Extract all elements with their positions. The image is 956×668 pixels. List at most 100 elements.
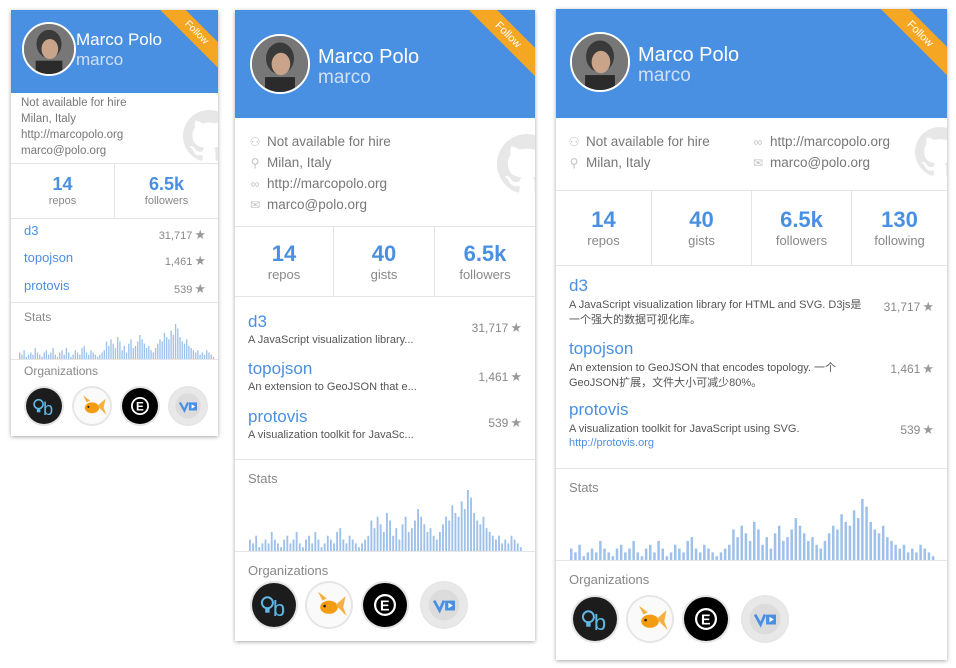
activity-bar [34,348,36,359]
avatar[interactable] [250,34,310,94]
divider [556,468,947,469]
bulb-b-logo-icon[interactable]: b [573,597,617,641]
activity-bar [811,537,814,560]
email-link[interactable]: ✉ marco@polo.org [752,155,870,170]
activity-bar [137,341,139,359]
follow-ribbon[interactable]: Follow [462,10,535,81]
repo-name[interactable]: d3 [569,276,867,296]
profile-username[interactable]: marco [638,65,691,87]
activity-svg [19,324,215,359]
stat-value: 14 [271,241,297,266]
repo-name[interactable]: topojson [248,359,428,379]
website-text[interactable]: http://marcopolo.org [770,134,890,149]
profile-name: Marco Polo [638,44,740,66]
e-logo-icon[interactable]: E [363,583,407,627]
card-header: Marco Polo marco Follow [235,10,535,118]
activity-bar [836,529,839,560]
activity-bar [81,348,83,359]
activity-bar [491,535,494,551]
stat-followers[interactable]: 6.5k followers [435,226,535,296]
stat-repos[interactable]: 14 repos [11,163,115,218]
activity-bar [823,540,827,560]
repo-name[interactable]: protovis [248,407,428,427]
repo-item[interactable]: d3 A JavaScript visualization library fo… [569,276,867,328]
activity-bar [379,524,382,551]
card-header: Marco Polo marco Follow [11,10,218,93]
activity-bar [773,533,777,560]
stat-gists[interactable]: 40 gists [652,190,752,265]
profile-username[interactable]: marco [76,50,123,70]
activity-bar [765,537,768,560]
avatar[interactable] [22,22,76,76]
stat-followers[interactable]: 6.5k followers [115,163,218,218]
location-text: Milan, Italy [586,155,651,170]
activity-bar [283,539,286,551]
activity-bar [707,548,710,560]
repo-stars: 1,461 ★ [890,361,934,377]
activity-bar [877,533,881,560]
bulb-b-logo-icon[interactable]: b [252,583,296,627]
repo-name[interactable]: d3 [248,312,428,332]
activity-bar [599,540,602,560]
activity-bar [105,341,108,359]
organizations-title: Organizations [248,563,329,578]
svg-text:E: E [701,613,711,629]
activity-bar [798,525,802,560]
activity-bar [398,539,401,551]
goldfish-logo-icon[interactable] [74,388,110,424]
activity-bar [476,520,479,551]
vg-logo-icon[interactable] [170,388,206,424]
e-logo-icon[interactable]: E [122,388,158,424]
stat-repos[interactable]: 14 repos [235,226,334,296]
repo-item[interactable]: topojson An extension to GeoJSON that e.… [248,359,428,393]
hire-status: ⚇ Not available for hire [568,134,710,149]
repo-item[interactable]: d3 A JavaScript visualization library... [248,312,428,346]
activity-bar [270,531,273,551]
activity-bar [139,334,141,359]
activity-bar [348,535,351,551]
repo-item[interactable]: protovis A visualization toolkit for Jav… [569,400,867,449]
website-link[interactable]: ∞ http://marcopolo.org [752,134,890,149]
stat-gists[interactable]: 40 gists [334,226,435,296]
svg-text:b: b [43,399,53,419]
activity-bar [305,539,307,551]
email-link[interactable]: marco@polo.org [21,145,106,157]
email-text[interactable]: marco@polo.org [267,197,367,212]
stat-following[interactable]: 130 following [852,190,947,265]
follow-ribbon[interactable]: Follow [154,10,218,75]
profile-username[interactable]: marco [318,67,371,89]
e-logo-icon[interactable]: E [684,597,728,641]
repo-name[interactable]: protovis [569,400,867,420]
email-text[interactable]: marco@polo.org [770,155,870,170]
goldfish-logo-icon[interactable] [307,583,351,627]
vg-logo-icon[interactable] [743,597,787,641]
repo-item[interactable]: topojson An extension to GeoJSON that en… [569,339,867,391]
vg-logo-icon[interactable] [422,583,466,627]
follow-ribbon[interactable]: Follow [874,9,947,80]
website-text[interactable]: http://marcopolo.org [267,176,387,191]
email-link[interactable]: ✉ marco@polo.org [249,197,367,212]
repo-name[interactable]: topojson [569,339,867,359]
activity-bar [277,543,279,551]
stat-repos[interactable]: 14 repos [556,190,652,265]
location-text: Milan, Italy [267,155,332,170]
goldfish-logo-icon[interactable] [628,597,672,641]
hire-icon: ⚇ [249,135,261,149]
stat-followers[interactable]: 6.5k followers [752,190,852,265]
activity-bar [404,516,407,551]
bulb-b-logo-icon[interactable]: b [26,388,62,424]
location-pin-icon: ⚲ [569,156,579,170]
activity-bar [761,544,764,560]
profile-name: Marco Polo [318,46,420,68]
activity-bar [482,516,485,551]
website-link[interactable]: http://marcopolo.org [21,129,123,141]
activity-bar [661,548,664,560]
activity-bar [192,350,195,359]
website-link[interactable]: ∞ http://marcopolo.org [249,176,387,191]
repo-homepage-link[interactable]: http://protovis.org [569,437,867,449]
repo-item[interactable]: protovis A visualization toolkit for Jav… [248,407,428,441]
avatar[interactable] [570,32,630,92]
star-count: 1,461 [164,256,193,268]
activity-bar [657,540,660,560]
stat-value: 40 [689,207,714,232]
